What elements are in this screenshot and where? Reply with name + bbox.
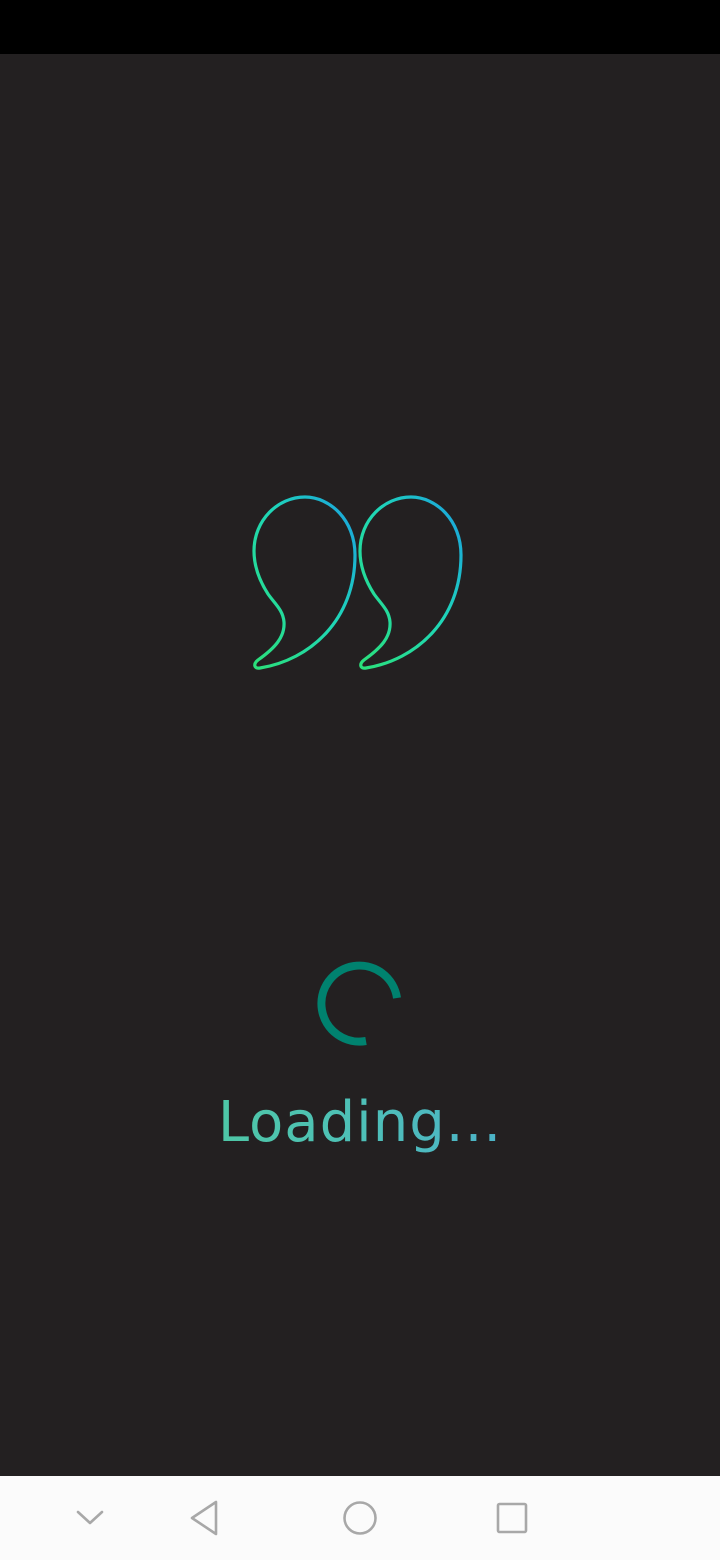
- loading-label: Loading...: [0, 1088, 720, 1158]
- quote-mark-right: [358, 495, 463, 670]
- loading-spinner-icon: [314, 957, 406, 1049]
- back-triangle-icon[interactable]: [176, 1488, 236, 1548]
- home-circle-icon[interactable]: [330, 1488, 390, 1548]
- splash-screen: [0, 54, 720, 1476]
- system-navigation-bar: [0, 1476, 720, 1560]
- recents-square-icon[interactable]: [482, 1488, 542, 1548]
- quote-mark-left: [252, 495, 357, 670]
- chevron-down-icon[interactable]: [60, 1488, 120, 1548]
- double-quote-icon: [240, 490, 480, 680]
- status-bar: [0, 0, 720, 54]
